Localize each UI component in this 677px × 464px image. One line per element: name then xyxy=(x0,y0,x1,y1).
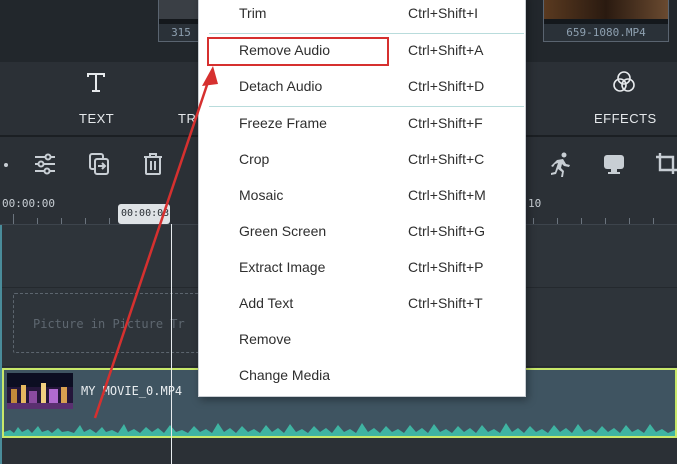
menu-item-label: Change Media xyxy=(239,367,331,383)
adjust-icon[interactable] xyxy=(32,151,60,179)
ruler-time-marker: 10 xyxy=(528,197,542,210)
menu-item-shortcut: Ctrl+Shift+D xyxy=(408,78,485,94)
menu-item-shortcut: Ctrl+Shift+F xyxy=(408,115,483,131)
pip-placeholder-text: Picture in Picture Tr xyxy=(33,317,185,331)
media-thumbnail-caption: 659-1080.MP4 xyxy=(544,24,668,41)
clip-name: MY MOVIE_0.MP4 xyxy=(81,384,183,398)
tab-text[interactable]: TEXT xyxy=(79,111,114,126)
menu-item-shortcut: Ctrl+Shift+G xyxy=(408,223,486,239)
menu-item-label: Mosaic xyxy=(239,187,284,203)
menu-item-shortcut: Ctrl+Shift+P xyxy=(408,259,484,275)
menu-item-label: Extract Image xyxy=(239,259,326,275)
monitor-icon[interactable] xyxy=(601,151,629,179)
audio-waveform xyxy=(4,423,675,436)
timeline-left-edge xyxy=(0,225,2,464)
ruler-tick xyxy=(605,218,606,224)
thumbnail-image xyxy=(544,0,668,19)
menu-item-extract-image[interactable]: Extract Image Ctrl+Shift+P xyxy=(199,251,525,287)
scroll-left-icon xyxy=(4,151,32,179)
media-thumbnail-caption: 315 xyxy=(159,24,203,41)
text-icon[interactable] xyxy=(84,70,108,99)
crop-icon[interactable] xyxy=(654,151,677,179)
thumbnail-image xyxy=(159,0,203,19)
menu-item-freeze-frame[interactable]: Freeze Frame Ctrl+Shift+F xyxy=(199,107,525,143)
ruler-tick xyxy=(533,218,534,224)
menu-item-green-screen[interactable]: Green Screen Ctrl+Shift+G xyxy=(199,215,525,251)
menu-item-shortcut: Ctrl+Shift+A xyxy=(408,42,484,58)
menu-item-change-media[interactable]: Change Media xyxy=(199,359,525,395)
ruler-tick xyxy=(85,218,86,224)
playhead-line[interactable] xyxy=(171,224,172,464)
menu-item-label: Add Text xyxy=(239,295,294,311)
menu-item-label: Remove xyxy=(239,331,292,347)
annotation-highlight-box xyxy=(207,37,389,66)
menu-item-label: Green Screen xyxy=(239,223,327,239)
delete-icon[interactable] xyxy=(140,151,168,179)
menu-item-shortcut: Ctrl+Shift+T xyxy=(408,295,483,311)
menu-item-shortcut: Ctrl+Shift+I xyxy=(408,5,479,21)
copy-icon[interactable] xyxy=(86,151,114,179)
menu-item-label: Freeze Frame xyxy=(239,115,327,131)
tab-effects[interactable]: EFFECTS xyxy=(594,111,657,126)
ruler-tick xyxy=(557,218,558,224)
media-thumbnail-right[interactable]: 659-1080.MP4 xyxy=(543,0,669,42)
menu-item-label: Detach Audio xyxy=(239,78,323,94)
clip-thumbnail xyxy=(7,373,73,409)
ruler-start-time: 00:00:00 xyxy=(2,197,55,210)
menu-item-trim[interactable]: Trim Ctrl+Shift+I xyxy=(199,0,525,33)
menu-item-label: Trim xyxy=(239,5,267,21)
menu-item-remove[interactable]: Remove xyxy=(199,323,525,359)
ruler-tick xyxy=(61,218,62,224)
ruler-tick xyxy=(581,218,582,224)
ruler-tick xyxy=(629,218,630,224)
menu-item-add-text[interactable]: Add Text Ctrl+Shift+T xyxy=(199,287,525,323)
menu-item-shortcut: Ctrl+Shift+M xyxy=(408,187,486,203)
tab-transitions[interactable]: TR xyxy=(178,111,196,126)
menu-item-mosaic[interactable]: Mosaic Ctrl+Shift+M xyxy=(199,179,525,215)
ruler-tick xyxy=(13,214,14,224)
effects-icon[interactable] xyxy=(612,70,636,99)
run-icon[interactable] xyxy=(548,151,576,179)
menu-item-detach-audio[interactable]: Detach Audio Ctrl+Shift+D xyxy=(199,70,525,106)
menu-item-shortcut: Ctrl+Shift+C xyxy=(408,151,485,167)
ruler-tick xyxy=(37,218,38,224)
ruler-tick xyxy=(653,218,654,224)
ruler-tick xyxy=(109,218,110,224)
menu-item-crop[interactable]: Crop Ctrl+Shift+C xyxy=(199,143,525,179)
playhead-time-label[interactable]: 00:00:03 xyxy=(118,204,170,224)
menu-item-label: Crop xyxy=(239,151,270,167)
